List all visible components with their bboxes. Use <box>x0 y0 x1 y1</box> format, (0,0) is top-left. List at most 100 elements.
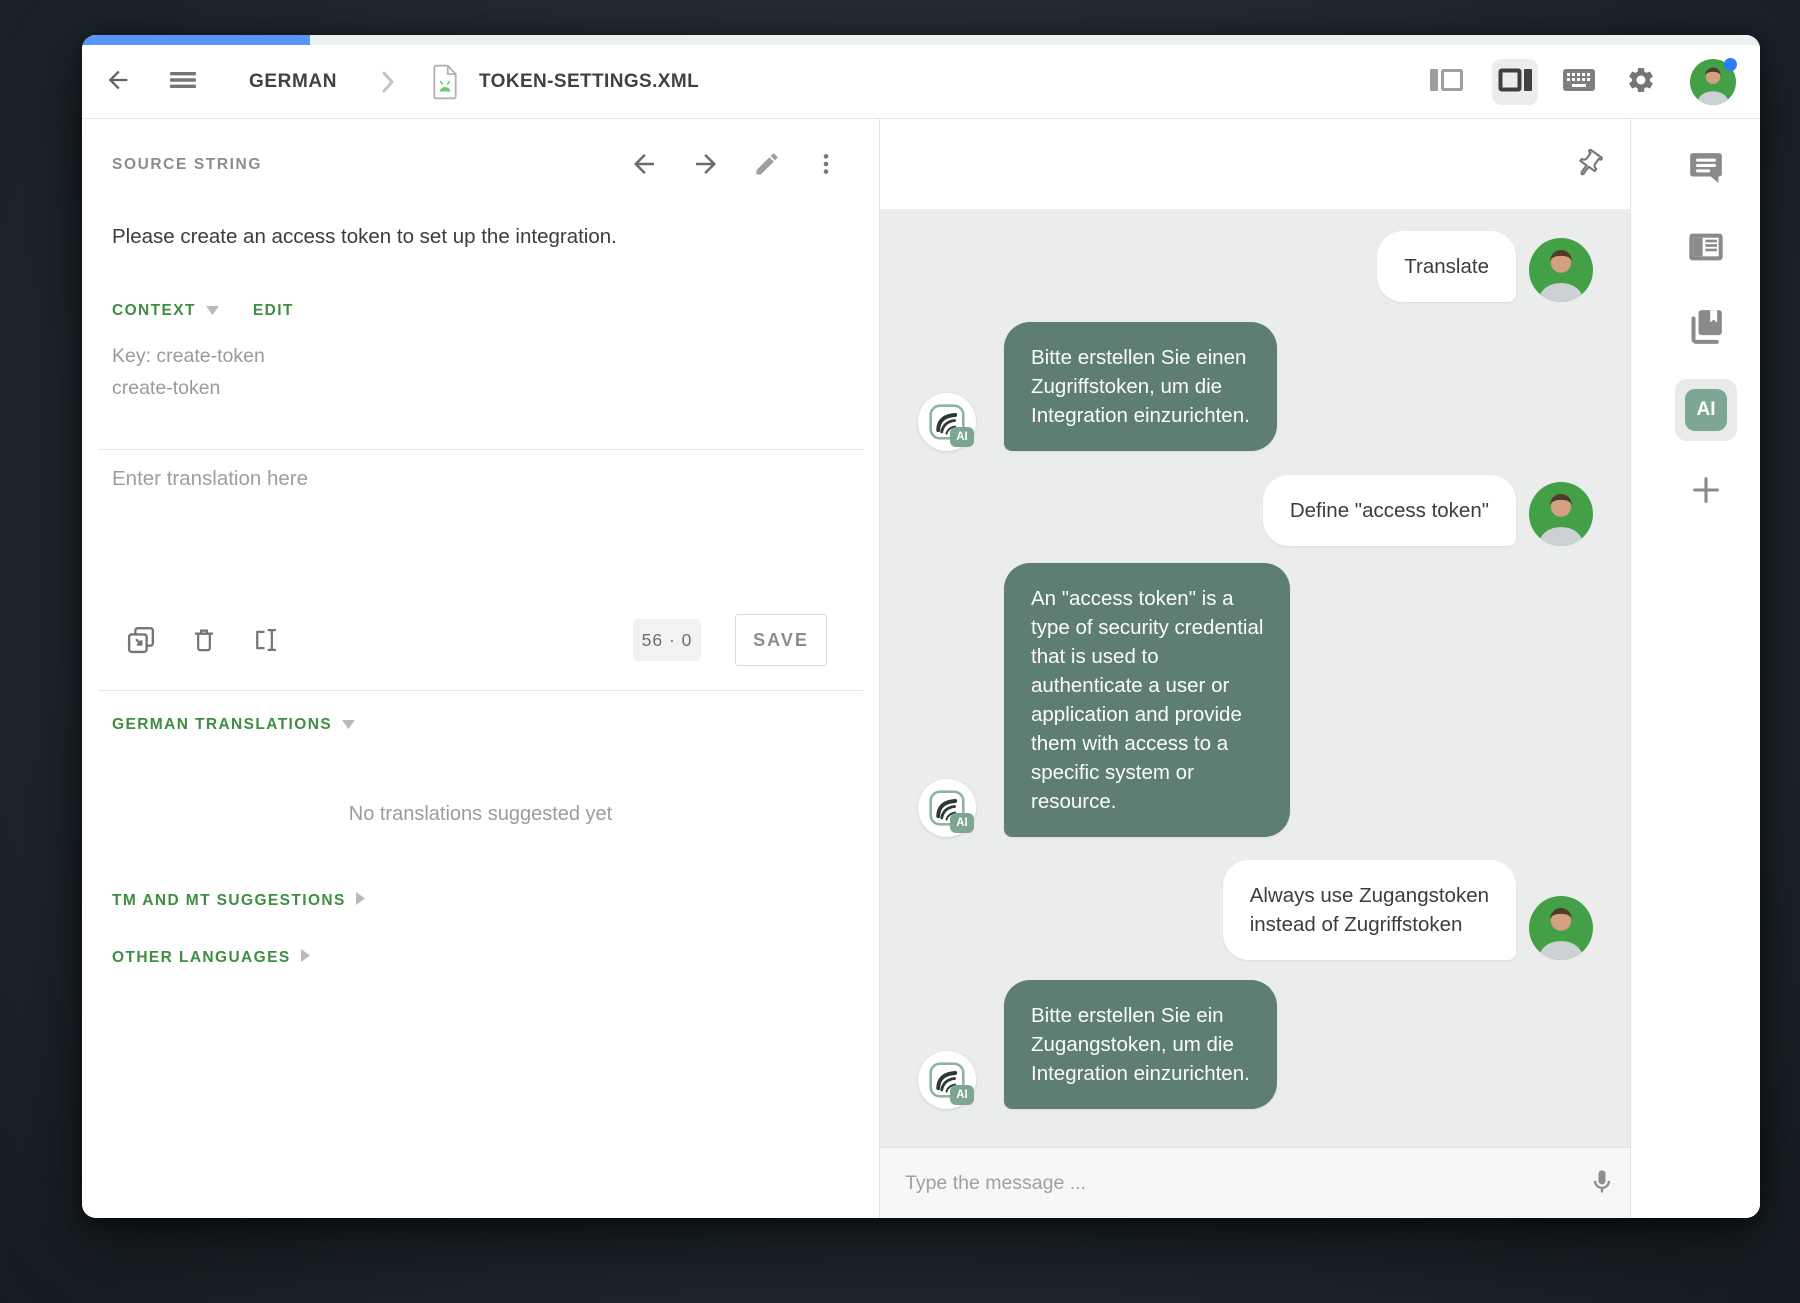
chat-input-bar <box>880 1147 1630 1218</box>
microphone-icon <box>1588 1168 1616 1199</box>
chevron-right-icon <box>301 949 310 967</box>
clear-translation-button[interactable] <box>190 626 218 657</box>
breadcrumb-chevron-icon <box>378 69 398 100</box>
ai-chat-bubble: Bitte erstellen Sie einen Zugriffstoken,… <box>1004 322 1277 451</box>
chevron-right-icon <box>356 892 365 910</box>
source-text: Please create an access token to set up … <box>112 225 617 249</box>
chevron-down-icon <box>342 716 355 734</box>
layout-left-panel-toggle[interactable] <box>1428 66 1466 97</box>
context-row: CONTEXT EDIT <box>112 302 294 320</box>
next-string-button[interactable] <box>691 149 721 182</box>
translation-toolbar <box>126 625 280 658</box>
progress-bar <box>82 35 1760 45</box>
translations-header-label: GERMAN TRANSLATIONS <box>112 716 332 734</box>
other-languages-section-toggle[interactable]: OTHER LANGUAGES <box>112 949 310 967</box>
context-label: CONTEXT <box>112 302 196 320</box>
divider <box>98 690 863 691</box>
layout-right-panel-toggle[interactable] <box>1492 59 1538 105</box>
chat-message: AI Bitte erstellen Sie einen Zugriffstok… <box>918 322 1593 451</box>
source-string-panel: SOURCE STRING Please create an access to… <box>82 119 880 1218</box>
glossary-tab[interactable] <box>1682 303 1730 351</box>
arrow-left-icon <box>629 149 659 182</box>
comments-tab[interactable] <box>1682 146 1730 194</box>
ai-badge: AI <box>950 427 974 447</box>
context-toggle[interactable]: CONTEXT <box>112 302 219 320</box>
edit-source-button[interactable] <box>753 150 781 181</box>
chat-message: Define "access token" <box>918 475 1593 546</box>
user-chat-bubble: Define "access token" <box>1263 475 1516 546</box>
user-avatar <box>1529 482 1593 546</box>
translations-section-toggle[interactable]: GERMAN TRANSLATIONS <box>112 716 355 734</box>
online-status-dot <box>1724 58 1737 71</box>
android-xml-file-icon <box>430 64 460 105</box>
main-content: SOURCE STRING Please create an access to… <box>82 119 1760 1218</box>
comment-icon <box>1686 149 1726 192</box>
article-card-icon <box>1685 227 1727 270</box>
layout-left-icon <box>1428 66 1466 97</box>
select-text-button[interactable] <box>252 626 280 657</box>
breadcrumb-file[interactable]: TOKEN-SETTINGS.XML <box>479 71 699 93</box>
ai-chat-bubble: An "access token" is a type of security … <box>1004 563 1290 837</box>
add-tool-button[interactable] <box>1682 467 1730 515</box>
edit-label: EDIT <box>253 302 294 320</box>
bookmark-books-icon <box>1686 306 1726 349</box>
back-button[interactable] <box>104 66 132 97</box>
divider <box>98 449 863 450</box>
chat-message: AI An "access token" is a type of securi… <box>918 563 1593 837</box>
right-tool-rail: AI <box>1630 119 1760 1218</box>
chat-message: Translate <box>918 231 1593 302</box>
previous-string-button[interactable] <box>629 149 659 182</box>
ai-badge: AI <box>950 813 974 833</box>
plus-icon <box>1689 473 1723 510</box>
translation-input[interactable] <box>112 467 850 597</box>
pushpin-icon <box>1574 149 1604 182</box>
copy-icon <box>126 625 156 658</box>
chat-message-list[interactable]: Translate AI Bit <box>880 209 1630 1147</box>
pencil-icon <box>753 150 781 181</box>
keyboard-icon <box>1562 67 1596 96</box>
chat-message: AI Bitte erstellen Sie ein Zugangstoken,… <box>918 980 1593 1109</box>
breadcrumb-language[interactable]: GERMAN <box>249 71 337 93</box>
ai-badge: AI <box>950 1085 974 1105</box>
no-translations-message: No translations suggested yet <box>82 803 879 826</box>
pin-chat-button[interactable] <box>1574 149 1604 182</box>
layout-right-icon <box>1496 66 1534 97</box>
menu-button[interactable] <box>168 68 198 95</box>
context-info-tab[interactable] <box>1682 224 1730 272</box>
ai-avatar: AI <box>918 1051 976 1109</box>
progress-bar-fill <box>82 35 310 45</box>
source-string-title: SOURCE STRING <box>112 156 262 174</box>
voice-input-button[interactable] <box>1588 1168 1616 1199</box>
arrow-left-icon <box>104 66 132 97</box>
chevron-down-icon <box>206 302 219 320</box>
ai-assistant-tab[interactable]: AI <box>1675 379 1737 441</box>
ai-chat-bubble: Bitte erstellen Sie ein Zugangstoken, um… <box>1004 980 1277 1109</box>
text-cursor-icon <box>252 626 280 657</box>
more-options-button[interactable] <box>813 151 839 180</box>
ai-icon: AI <box>1685 389 1727 431</box>
edit-context-button[interactable]: EDIT <box>253 302 294 320</box>
chat-message-input[interactable] <box>880 1148 1588 1218</box>
save-button[interactable]: SAVE <box>735 614 827 666</box>
ai-avatar: AI <box>918 779 976 837</box>
tm-mt-header-label: TM AND MT SUGGESTIONS <box>112 892 346 910</box>
context-key: Key: create-token <box>112 345 265 368</box>
string-navigation <box>629 149 839 182</box>
tm-mt-section-toggle[interactable]: TM AND MT SUGGESTIONS <box>112 892 365 910</box>
other-languages-header-label: OTHER LANGUAGES <box>112 949 291 967</box>
copy-source-button[interactable] <box>126 625 156 658</box>
user-avatar <box>1529 238 1593 302</box>
arrow-right-icon <box>691 149 721 182</box>
trash-icon <box>190 626 218 657</box>
hamburger-icon <box>168 68 198 95</box>
more-vert-icon <box>813 151 839 180</box>
keyboard-button[interactable] <box>1562 67 1596 96</box>
app-window: GERMAN TOKEN-SETTINGS.XML <box>82 35 1760 1218</box>
user-chat-bubble: Always use Zugangstoken instead of Zugri… <box>1223 860 1516 960</box>
user-chat-bubble: Translate <box>1377 231 1516 302</box>
context-value: create-token <box>112 377 220 400</box>
ai-avatar: AI <box>918 393 976 451</box>
settings-button[interactable] <box>1626 65 1656 98</box>
chat-message: Always use Zugangstoken instead of Zugri… <box>918 860 1593 960</box>
chat-header <box>880 119 1630 209</box>
